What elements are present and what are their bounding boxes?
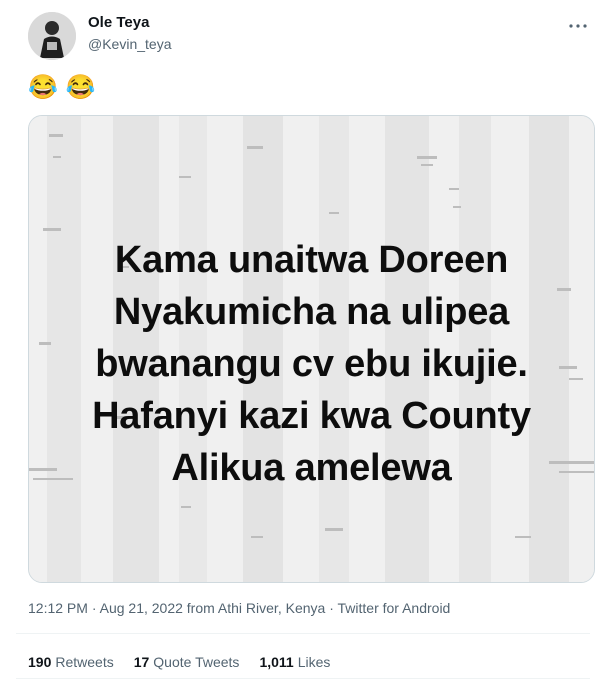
laughing-emoji-icon: 😂: [65, 74, 96, 101]
divider: [16, 678, 590, 679]
likes-stat[interactable]: 1,011 Likes: [259, 654, 330, 670]
quote-tweets-stat[interactable]: 17 Quote Tweets: [134, 654, 240, 670]
tweet-media[interactable]: Kama unaitwa Doreen Nyakumicha na ulipea…: [28, 115, 595, 583]
tweet-stats: 190 Retweets 17 Quote Tweets 1,011 Likes: [28, 654, 330, 670]
author-name[interactable]: Ole Teya: [88, 14, 149, 31]
likes-count: 1,011: [259, 654, 294, 670]
retweets-label: Retweets: [55, 654, 114, 670]
likes-label: Likes: [297, 654, 331, 670]
tweet-metadata: 12:12 PM · Aug 21, 2022 from Athi River,…: [28, 600, 450, 616]
meta-separator: ·: [325, 600, 338, 616]
avatar[interactable]: [28, 12, 76, 60]
avatar-image: [28, 12, 76, 60]
media-caption: Kama unaitwa Doreen Nyakumicha na ulipea…: [29, 234, 594, 494]
author-handle[interactable]: @Kevin_teya: [88, 36, 171, 52]
quote-tweets-label: Quote Tweets: [153, 654, 240, 670]
tweet-time-link[interactable]: 12:12 PM: [28, 600, 88, 616]
retweets-stat[interactable]: 190 Retweets: [28, 654, 114, 670]
tweet-date-location[interactable]: Aug 21, 2022 from Athi River, Kenya: [100, 600, 326, 616]
retweets-count: 190: [28, 654, 52, 670]
tweet-text: 😂 😂: [28, 74, 96, 102]
media-caption-line: bwanangu cv ebu ikujie.: [95, 343, 528, 385]
tweet-source-link[interactable]: Twitter for Android: [338, 600, 451, 616]
laughing-emoji-icon: 😂: [28, 74, 58, 101]
more-options-button[interactable]: [566, 14, 590, 38]
media-caption-line: Nyakumicha na ulipea: [113, 291, 510, 333]
media-caption-line: Hafanyi kazi kwa County: [92, 395, 531, 437]
meta-separator: ·: [87, 600, 100, 616]
media-caption-line: Alikua amelewa: [171, 447, 452, 489]
media-caption-line: Kama unaitwa Doreen: [114, 239, 509, 281]
quote-tweets-count: 17: [133, 654, 150, 670]
divider: [16, 633, 590, 634]
more-dots-icon: [569, 24, 587, 28]
